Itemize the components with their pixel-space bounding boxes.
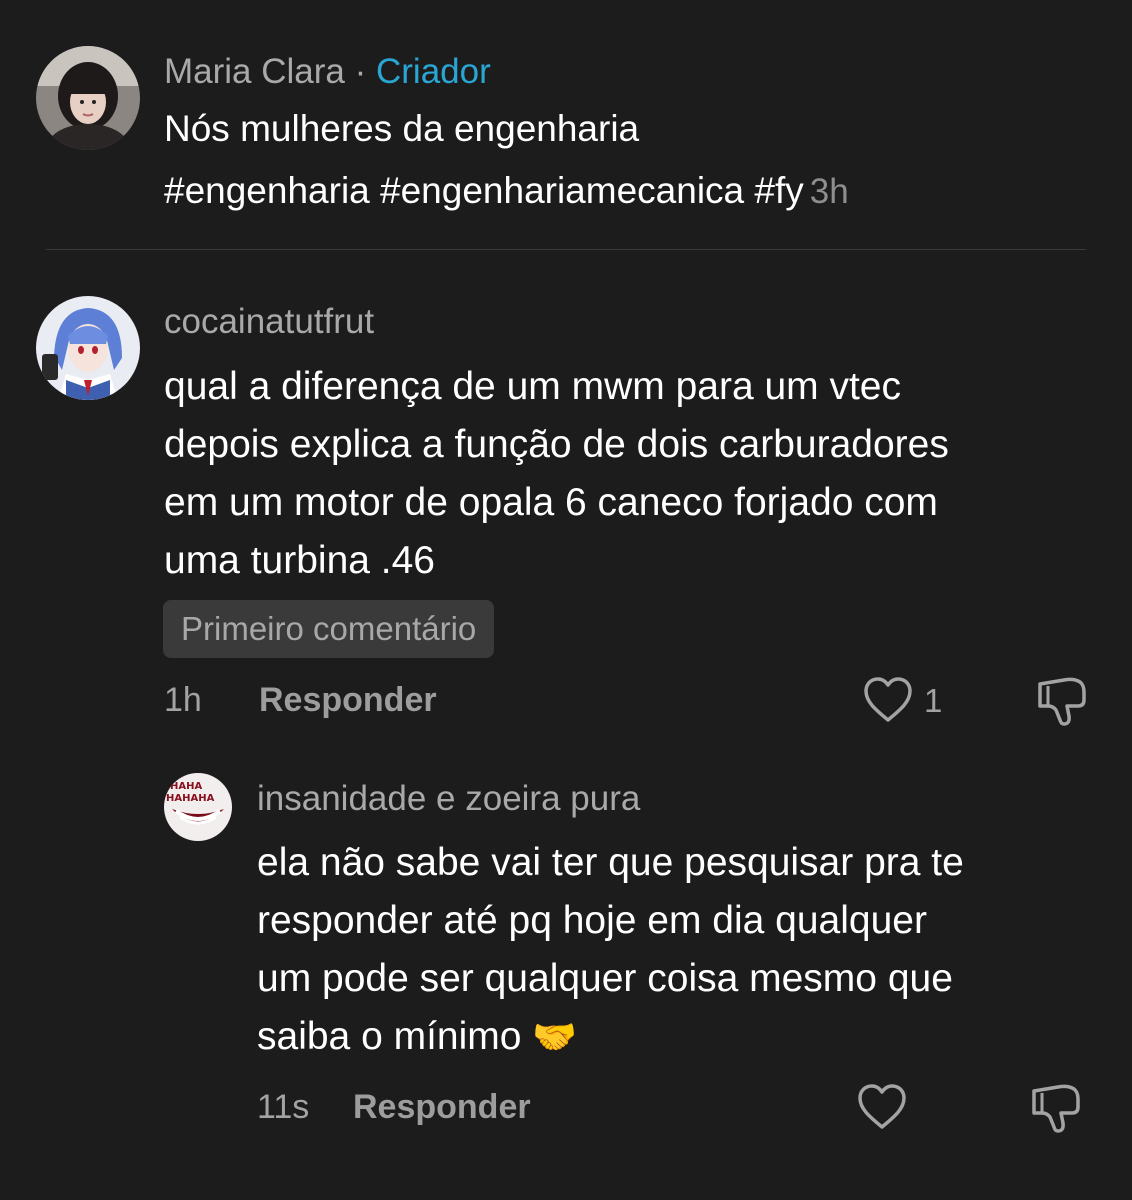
commenter-avatar[interactable] — [36, 296, 140, 400]
comment-line: uma turbina .46 — [164, 539, 436, 582]
heart-outline-icon[interactable] — [862, 676, 914, 724]
reply-line: saiba o mínimo — [257, 1015, 522, 1058]
thumbs-down-outline-icon[interactable] — [1028, 1083, 1082, 1135]
svg-text:HAHA: HAHA — [170, 781, 202, 792]
reply-text: ela não sabe vai ter que pesquisar pra t… — [257, 834, 964, 1066]
reply-reply-button[interactable]: Responder — [353, 1087, 531, 1127]
author-separator: · — [344, 52, 376, 91]
reply-time: 11s — [257, 1088, 310, 1126]
caption-hashtags: #engenharia #engenhariamecanica #fy 3h — [164, 160, 849, 223]
post-time: 3h — [809, 172, 849, 211]
comment-time: 1h — [164, 681, 202, 719]
like-count: 1 — [924, 682, 943, 719]
post-author-name[interactable]: Maria Clara — [164, 52, 345, 91]
comment-username[interactable]: cocainatutfrut — [164, 302, 374, 342]
reply-line: um pode ser qualquer coisa mesmo que — [257, 957, 953, 1000]
reply-button[interactable]: Responder — [259, 680, 437, 720]
reply-line: responder até pq hoje em dia qualquer — [257, 899, 927, 942]
reply-last-line: saiba o mínimo 🤝 — [257, 1008, 964, 1066]
reply-line: ela não sabe vai ter que pesquisar pra t… — [257, 841, 964, 884]
thumbs-down-outline-icon[interactable] — [1034, 676, 1088, 728]
first-comment-badge: Primeiro comentário — [163, 600, 495, 658]
comment-text: qual a diferença de um mwm para um vtec … — [164, 358, 949, 590]
handshake-emoji: 🤝 — [532, 1016, 578, 1057]
reply-username[interactable]: insanidade e zoeira pura — [257, 779, 640, 819]
svg-text:HAHAHA: HAHAHA — [166, 793, 215, 804]
creator-avatar[interactable] — [36, 46, 140, 150]
post-author-line: Maria Clara · Criador — [164, 52, 491, 92]
divider — [46, 249, 1086, 250]
creator-badge: Criador — [376, 52, 491, 91]
comment-line: depois explica a função de dois carburad… — [164, 423, 949, 466]
post-caption: Nós mulheres da engenharia #engenharia #… — [164, 98, 849, 223]
heart-outline-icon[interactable] — [856, 1083, 908, 1131]
hashtags[interactable]: #engenharia #engenhariamecanica #fy — [164, 170, 804, 211]
comment-line: em um motor de opala 6 caneco forjado co… — [164, 481, 938, 524]
caption-line: Nós mulheres da engenharia — [164, 108, 640, 149]
reply-avatar[interactable]: HAHA HAHAHA — [164, 773, 232, 841]
comment-line: qual a diferença de um mwm para um vtec — [164, 365, 902, 408]
